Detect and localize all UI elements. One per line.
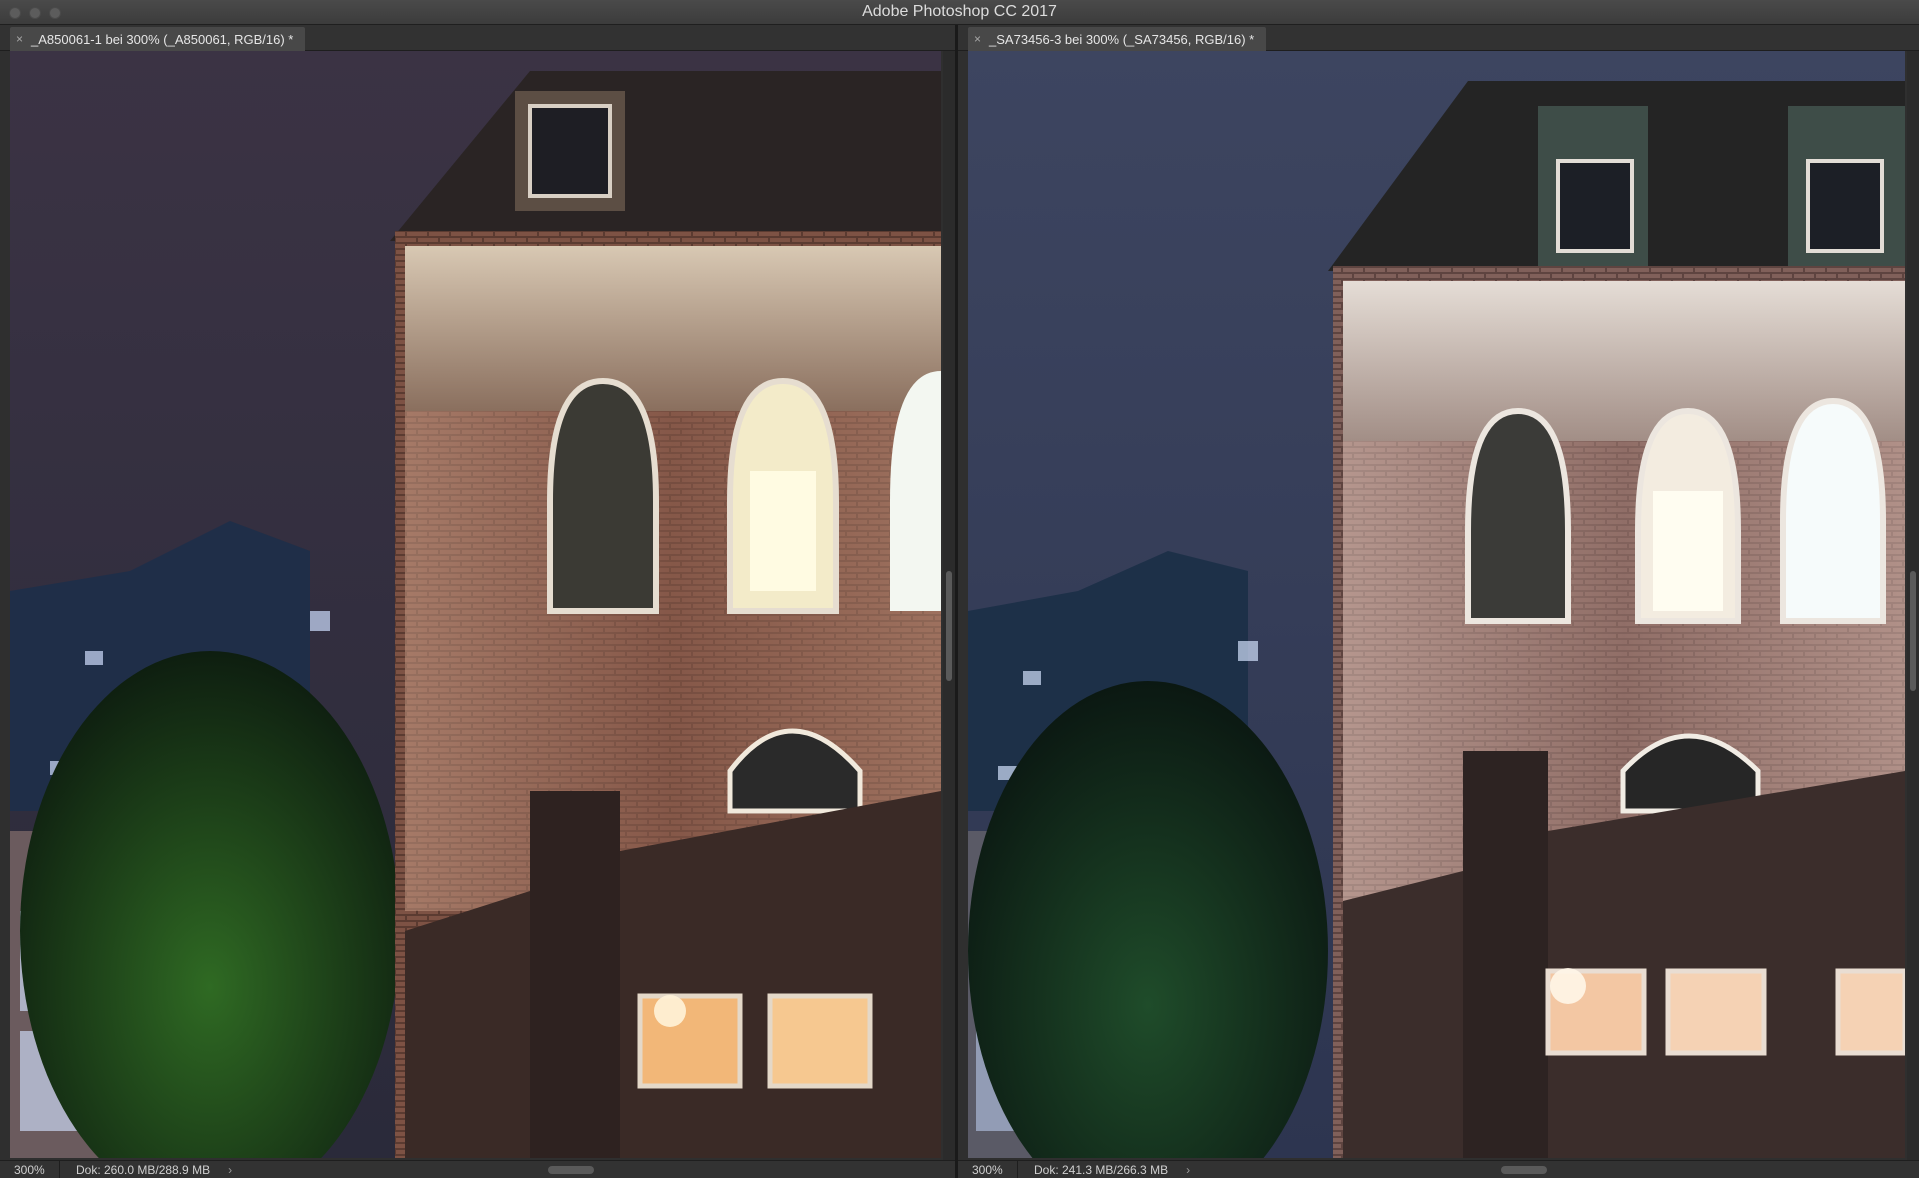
close-icon[interactable]: ×	[16, 32, 23, 46]
zoom-window-button[interactable]	[49, 7, 61, 19]
document-tab-label: _A850061-1 bei 300% (_A850061, RGB/16) *	[31, 31, 294, 47]
document-tabbar: × _A850061-1 bei 300% (_A850061, RGB/16)…	[0, 25, 955, 51]
window-titlebar: Adobe Photoshop CC 2017	[0, 0, 1919, 25]
image-canvas[interactable]	[10, 51, 941, 1160]
document-tab[interactable]: × _SA73456-3 bei 300% (_SA73456, RGB/16)…	[968, 27, 1267, 51]
vertical-scrollbar[interactable]	[943, 51, 955, 1160]
window-controls	[9, 7, 61, 19]
document-tab[interactable]: × _A850061-1 bei 300% (_A850061, RGB/16)…	[10, 27, 306, 51]
image-canvas[interactable]	[968, 51, 1905, 1160]
document-pane-left: × _A850061-1 bei 300% (_A850061, RGB/16)…	[0, 25, 955, 1178]
document-tabbar: × _SA73456-3 bei 300% (_SA73456, RGB/16)…	[958, 25, 1919, 51]
close-window-button[interactable]	[9, 7, 21, 19]
document-size-info: Dok: 241.3 MB/266.3 MB	[1034, 1162, 1169, 1177]
vertical-scrollbar[interactable]	[1907, 51, 1919, 1160]
document-tab-label: _SA73456-3 bei 300% (_SA73456, RGB/16) *	[989, 31, 1255, 47]
status-bar: 300% Dok: 260.0 MB/288.9 MB ›	[0, 1160, 955, 1178]
photo-canvas-left	[10, 51, 941, 1158]
minimize-window-button[interactable]	[29, 7, 41, 19]
horizontal-scroll-thumb[interactable]	[1501, 1166, 1547, 1174]
vertical-scroll-thumb[interactable]	[1910, 571, 1916, 691]
vertical-scroll-thumb[interactable]	[946, 571, 952, 681]
close-icon[interactable]: ×	[974, 32, 981, 46]
photo-canvas-right	[968, 51, 1905, 1158]
document-size-info: Dok: 260.0 MB/288.9 MB	[76, 1162, 211, 1177]
status-bar: 300% Dok: 241.3 MB/266.3 MB ›	[958, 1160, 1919, 1178]
chevron-right-icon[interactable]: ›	[1186, 1163, 1190, 1177]
document-pane-right: × _SA73456-3 bei 300% (_SA73456, RGB/16)…	[958, 25, 1919, 1178]
chevron-right-icon[interactable]: ›	[228, 1163, 232, 1177]
app-title: Adobe Photoshop CC 2017	[862, 3, 1057, 20]
zoom-level[interactable]: 300%	[0, 1161, 60, 1178]
zoom-level[interactable]: 300%	[958, 1161, 1018, 1178]
horizontal-scroll-thumb[interactable]	[548, 1166, 594, 1174]
